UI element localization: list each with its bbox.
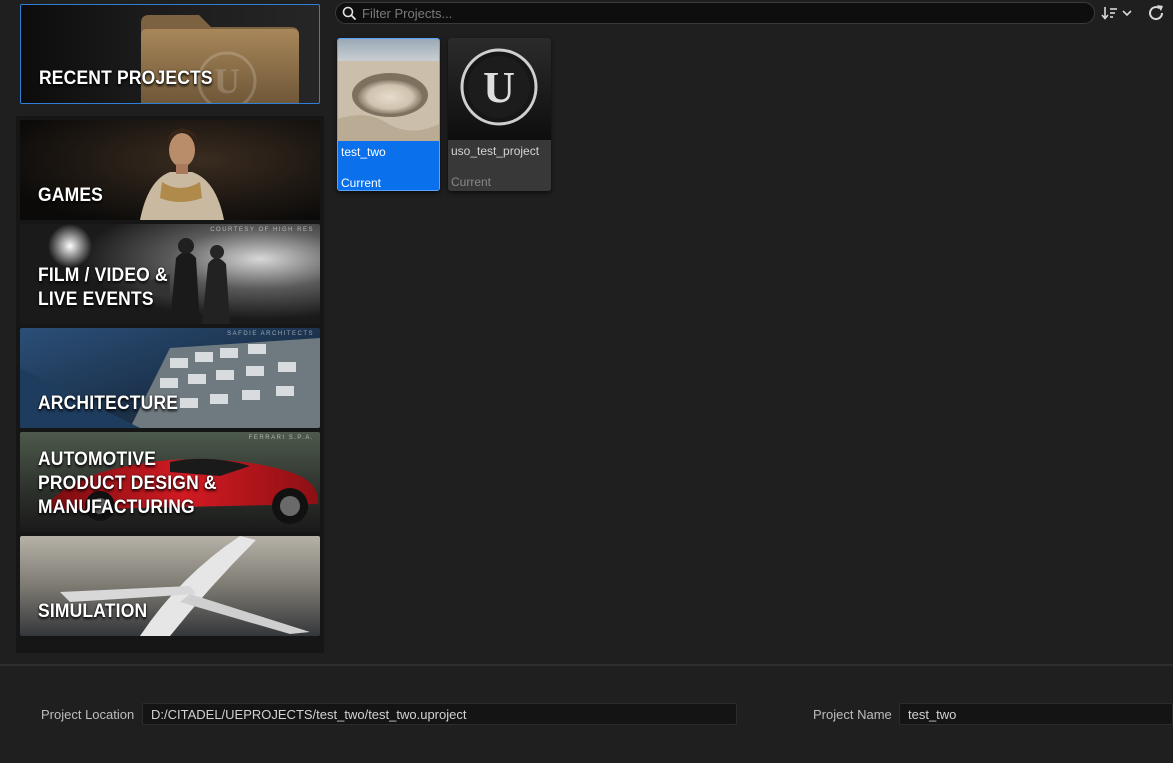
project-card-uso-test-project[interactable]: U uso_test_project Current <box>448 38 551 191</box>
category-tile-film-video[interactable]: COURTESY OF HIGH RES FILM / VIDEO & LIVE… <box>20 224 320 324</box>
automotive-label: AUTOMOTIVE PRODUCT DESIGN & MANUFACTURIN… <box>38 449 217 518</box>
filter-projects-input[interactable] <box>362 5 1094 21</box>
category-tile-automotive[interactable]: FERRARI S.P.A. AUTOMOTIVE PRODUCT DESIGN… <box>20 432 320 532</box>
automotive-credit: FERRARI S.P.A. <box>248 435 314 441</box>
category-tile-architecture[interactable]: SAFDIE ARCHITECTS ARCHITECTURE <box>20 328 320 428</box>
svg-text:U: U <box>214 61 240 101</box>
film-video-label: FILM / VIDEO & LIVE EVENTS <box>38 265 168 310</box>
category-tile-simulation[interactable]: SIMULATION <box>20 536 320 636</box>
architecture-label: ARCHITECTURE <box>38 393 179 414</box>
games-label: GAMES <box>38 185 104 206</box>
recent-projects-tile[interactable]: U RECENT PROJECTS <box>20 4 320 104</box>
architecture-credit: SAFDIE ARCHITECTS <box>227 331 314 337</box>
project-info: test_two Current <box>338 141 439 190</box>
sort-icon <box>1101 7 1132 20</box>
project-status: Current <box>451 175 492 189</box>
sort-button[interactable] <box>1101 4 1135 22</box>
simulation-label: SIMULATION <box>38 601 148 622</box>
search-icon <box>336 3 362 23</box>
project-name-field[interactable] <box>899 703 1173 725</box>
svg-text:U: U <box>483 63 515 112</box>
refresh-button[interactable] <box>1146 3 1166 23</box>
category-tile-games[interactable]: GAMES <box>20 120 320 220</box>
project-status: Current <box>341 176 382 190</box>
project-name-label: Project Name <box>813 707 892 722</box>
project-location-field[interactable] <box>142 703 737 725</box>
film-credit: COURTESY OF HIGH RES <box>210 227 314 233</box>
filter-projects-search <box>335 2 1095 24</box>
refresh-icon <box>1149 5 1164 21</box>
project-thumbnail <box>338 39 439 141</box>
recent-projects-label: RECENT PROJECTS <box>39 68 213 89</box>
project-name: test_two <box>341 145 386 159</box>
project-info: uso_test_project Current <box>448 140 551 191</box>
project-name: uso_test_project <box>451 144 540 158</box>
project-location-label: Project Location <box>41 707 135 722</box>
unreal-logo-icon: U <box>448 38 551 140</box>
project-card-test-two[interactable]: test_two Current <box>337 38 440 191</box>
